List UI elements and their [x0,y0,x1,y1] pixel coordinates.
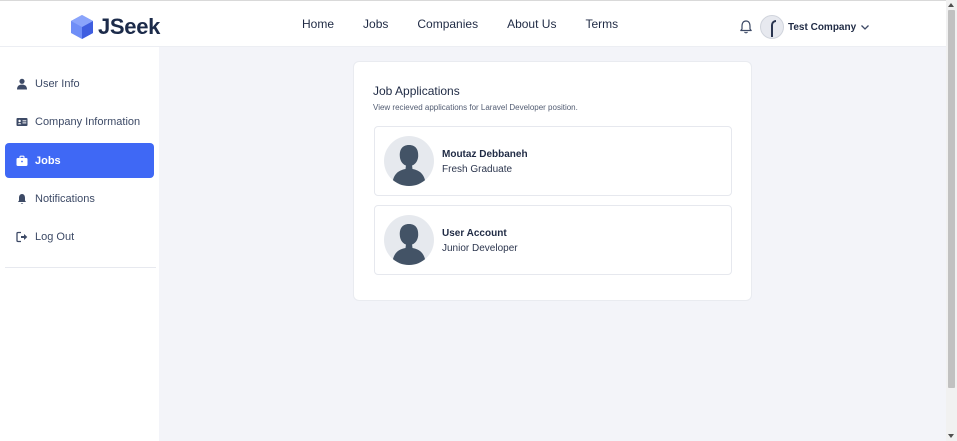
page-title: Job Applications [373,84,460,98]
brand-logo[interactable]: JSeek [70,14,160,40]
sidebar-item-label: Log Out [35,230,75,243]
sidebar-item-company-information[interactable]: Company Information [5,104,154,139]
nav-companies[interactable]: Companies [407,17,488,31]
applicant-role: Junior Developer [442,243,518,254]
scroll-down-arrow-icon[interactable] [948,434,954,438]
applicant-name[interactable]: Moutaz Debbaneh [442,149,528,160]
sidebar-item-label: Notifications [35,192,95,205]
notification-bell-icon[interactable] [738,19,754,35]
sidebar-item-notifications[interactable]: Notifications [5,181,154,216]
sidebar: User Info Company Information Jobs Notif… [0,47,159,441]
application-card[interactable]: Moutaz Debbaneh Fresh Graduate [374,126,732,196]
user-avatar[interactable] [760,15,784,39]
id-card-icon [16,117,28,126]
nav-terms[interactable]: Terms [575,17,628,31]
applicant-role: Fresh Graduate [442,164,513,175]
nav-jobs[interactable]: Jobs [353,17,398,31]
page-scrollbar[interactable] [946,0,957,441]
job-applications-card: Job Applications View recieved applicati… [353,61,752,301]
chevron-down-icon[interactable] [860,22,870,32]
application-card[interactable]: User Account Junior Developer [374,205,732,275]
bell-icon [18,193,26,204]
top-navbar: JSeek Home Jobs Companies About Us Terms… [0,0,946,47]
scrollbar-thumb[interactable] [948,10,955,388]
logout-icon [16,231,28,242]
cube-logo-icon [71,15,93,39]
scroll-up-arrow-icon[interactable] [948,3,954,7]
user-menu[interactable]: Test Company [738,15,870,39]
briefcase-icon [16,155,28,166]
sidebar-item-jobs[interactable]: Jobs [5,143,154,178]
avatar-placeholder-icon [384,136,434,186]
main-nav: Home Jobs Companies About Us Terms [292,1,637,47]
applicant-name[interactable]: User Account [442,228,507,239]
sidebar-item-user-info[interactable]: User Info [5,66,154,101]
page-subtitle: View recieved applications for Laravel D… [373,103,578,112]
brand-name: JSeek [98,14,161,39]
avatar-placeholder-icon [384,215,434,265]
sidebar-item-label: Jobs [35,154,61,167]
user-name[interactable]: Test Company [788,22,856,33]
sidebar-item-label: Company Information [35,115,141,128]
sidebar-item-log-out[interactable]: Log Out [5,219,154,254]
nav-home[interactable]: Home [292,17,344,31]
sidebar-divider [5,267,156,268]
sidebar-item-label: User Info [35,77,80,90]
nav-about-us[interactable]: About Us [497,17,566,31]
user-icon [17,78,27,89]
